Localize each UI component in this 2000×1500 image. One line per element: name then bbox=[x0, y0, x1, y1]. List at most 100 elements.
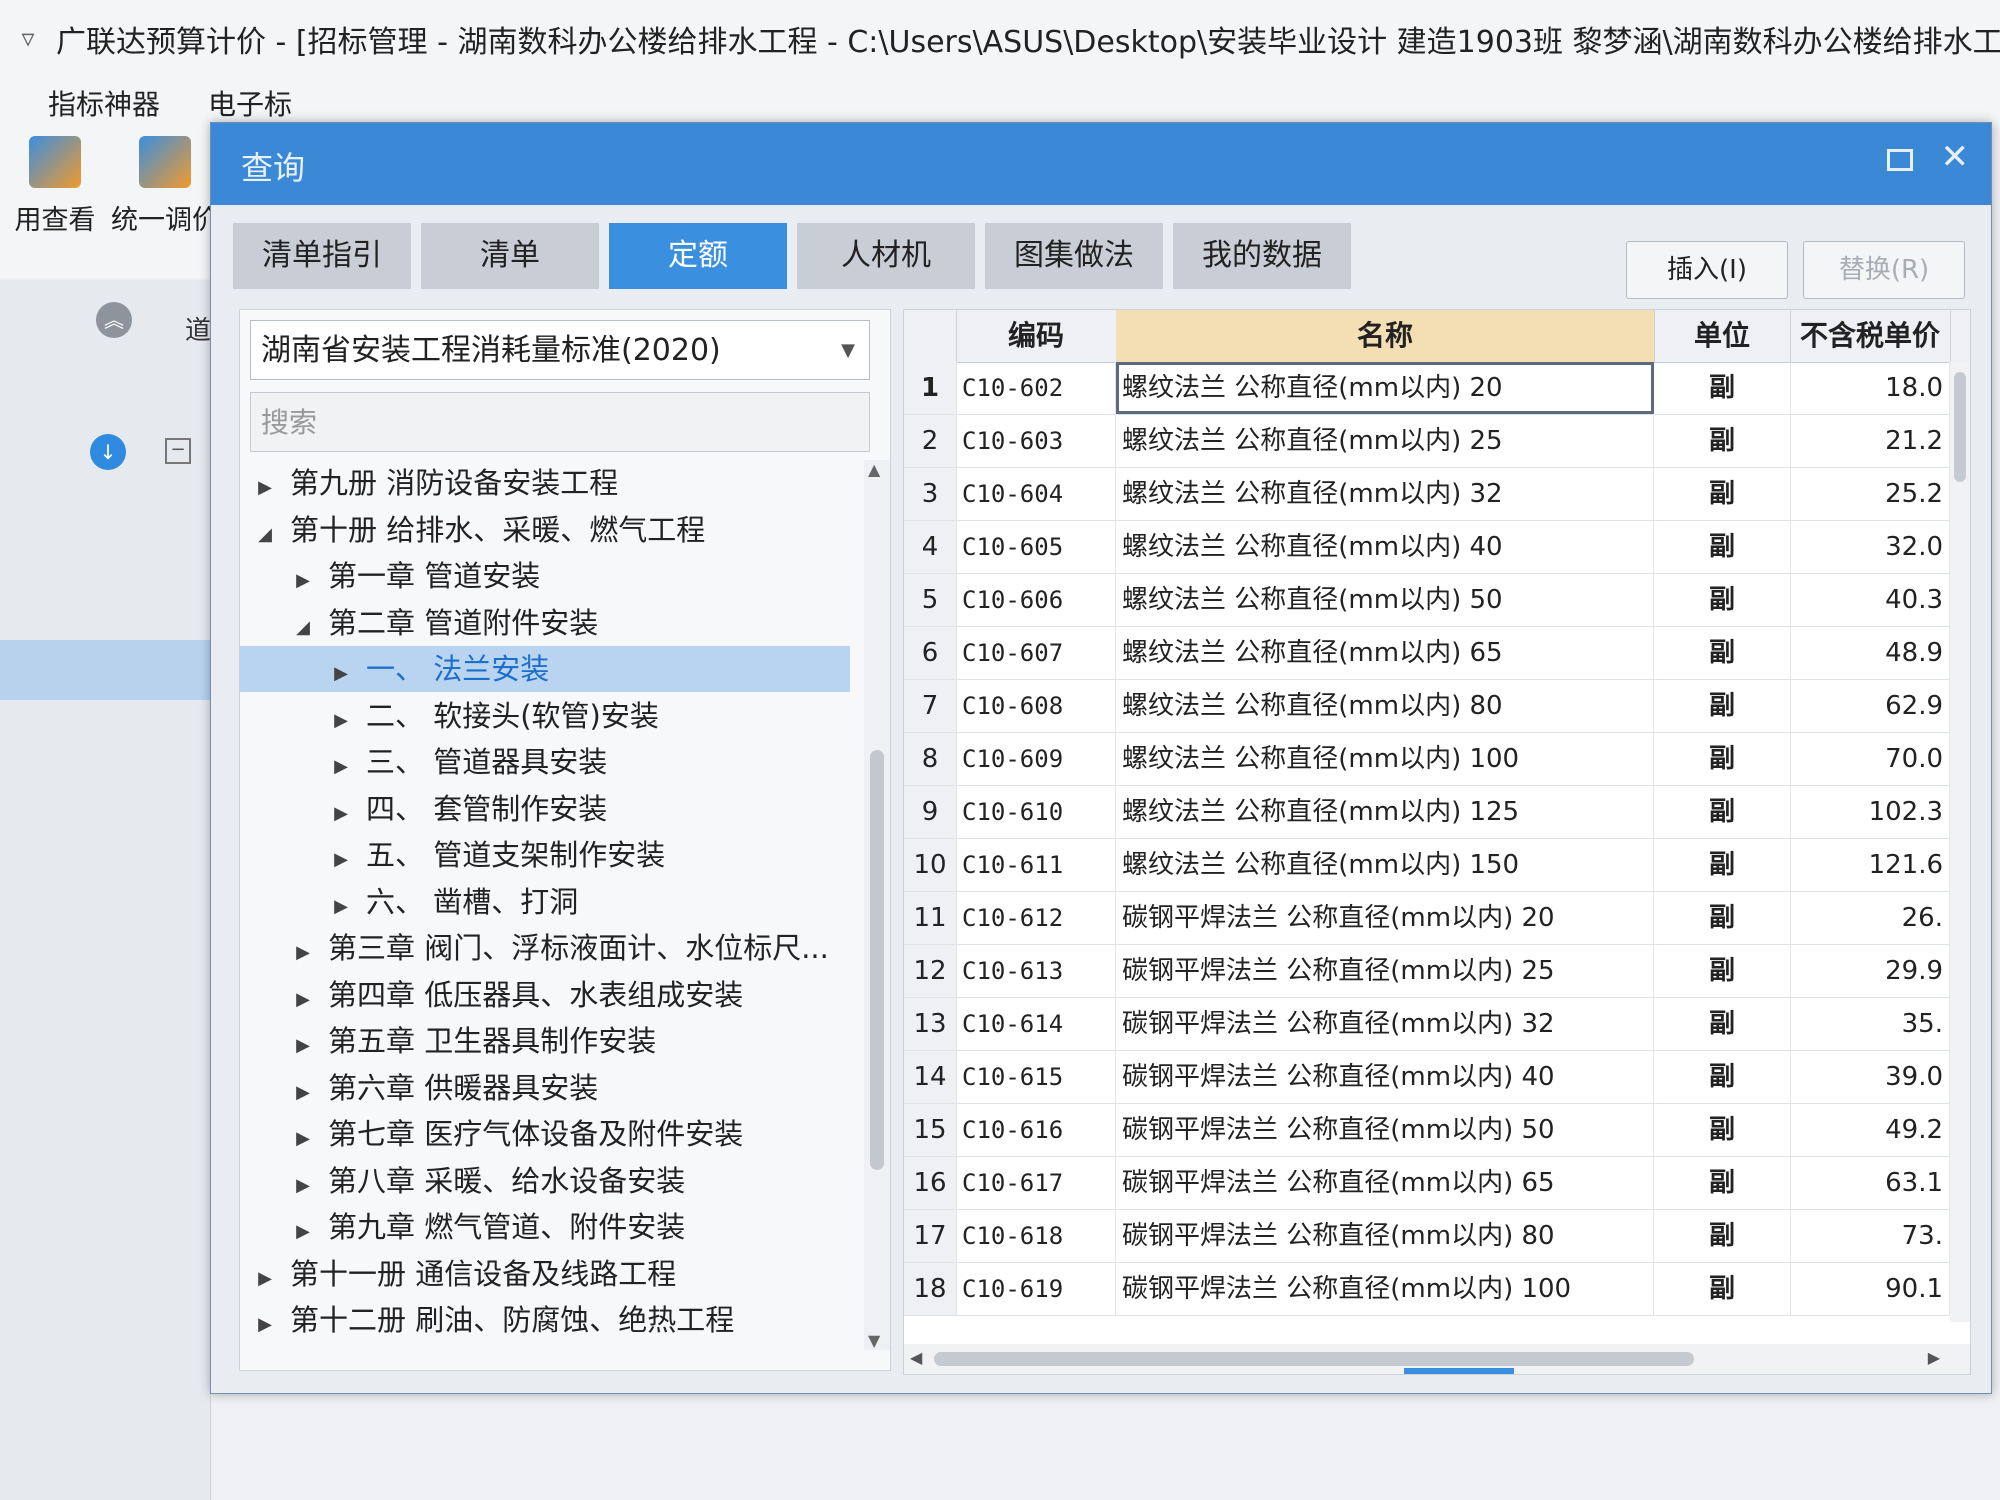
cell-price[interactable]: 70.0 bbox=[1790, 733, 1950, 785]
cell-code[interactable]: C10-605 bbox=[956, 521, 1116, 573]
cell-code[interactable]: C10-617 bbox=[956, 1157, 1116, 1209]
row-index[interactable]: 10 bbox=[904, 839, 957, 891]
cell-unit[interactable]: 副 bbox=[1654, 521, 1791, 573]
replace-button[interactable]: 替换(R) bbox=[1803, 241, 1965, 299]
cell-name[interactable]: 碳钢平焊法兰 公称直径(mm以内) 32 bbox=[1116, 998, 1654, 1050]
cell-code[interactable]: C10-614 bbox=[956, 998, 1116, 1050]
cell-name[interactable]: 螺纹法兰 公称直径(mm以内) 20 bbox=[1116, 362, 1654, 414]
row-index[interactable]: 11 bbox=[904, 892, 957, 944]
cell-unit[interactable]: 副 bbox=[1654, 1051, 1791, 1103]
cell-unit[interactable]: 副 bbox=[1654, 1210, 1791, 1262]
cell-name[interactable]: 螺纹法兰 公称直径(mm以内) 25 bbox=[1116, 415, 1654, 467]
scroll-left-icon[interactable]: ◀ bbox=[910, 1348, 922, 1367]
close-icon[interactable]: ✕ bbox=[1941, 137, 1970, 177]
table-row[interactable]: 7 C10-608 螺纹法兰 公称直径(mm以内) 80 副 62.9 bbox=[904, 680, 1970, 733]
expand-arrow-icon[interactable]: ▶ bbox=[288, 1070, 318, 1111]
cell-name[interactable]: 螺纹法兰 公称直径(mm以内) 40 bbox=[1116, 521, 1654, 573]
tree-node[interactable]: ◢ 第十册 给排水、采暖、燃气工程 bbox=[240, 507, 850, 553]
table-row[interactable]: 2 C10-603 螺纹法兰 公称直径(mm以内) 25 副 21.2 bbox=[904, 415, 1970, 468]
expand-arrow-icon[interactable]: ▶ bbox=[326, 791, 356, 832]
scroll-right-icon[interactable]: ▶ bbox=[1928, 1348, 1940, 1367]
cell-unit[interactable]: 副 bbox=[1654, 786, 1791, 838]
cell-code[interactable]: C10-603 bbox=[956, 415, 1116, 467]
tree-node[interactable]: ▶ 第一章 管道安装 bbox=[240, 553, 850, 599]
insert-button[interactable]: 插入(I) bbox=[1626, 241, 1788, 299]
collapse-arrow-icon[interactable]: ◢ bbox=[250, 512, 280, 553]
row-index[interactable]: 6 bbox=[904, 627, 957, 679]
cell-unit[interactable]: 副 bbox=[1654, 1104, 1791, 1156]
system-menu-icon[interactable]: ▿ bbox=[0, 24, 56, 54]
usage-view-button[interactable]: 用查看 bbox=[0, 136, 110, 237]
cell-code[interactable]: C10-619 bbox=[956, 1263, 1116, 1315]
grid-vertical-scrollbar[interactable] bbox=[1950, 362, 1970, 1322]
cell-name[interactable]: 螺纹法兰 公称直径(mm以内) 100 bbox=[1116, 733, 1654, 785]
tree-node[interactable]: ▶ 第十二册 刷油、防腐蚀、绝热工程 bbox=[240, 1297, 850, 1343]
cell-unit[interactable]: 副 bbox=[1654, 362, 1791, 414]
cell-name[interactable]: 碳钢平焊法兰 公称直径(mm以内) 100 bbox=[1116, 1263, 1654, 1315]
table-row[interactable]: 5 C10-606 螺纹法兰 公称直径(mm以内) 50 副 40.3 bbox=[904, 574, 1970, 627]
cell-price[interactable]: 29.9 bbox=[1790, 945, 1950, 997]
cell-unit[interactable]: 副 bbox=[1654, 1263, 1791, 1315]
row-index[interactable]: 7 bbox=[904, 680, 957, 732]
table-row[interactable]: 17 C10-618 碳钢平焊法兰 公称直径(mm以内) 80 副 73. bbox=[904, 1210, 1970, 1263]
cell-price[interactable]: 63.1 bbox=[1790, 1157, 1950, 1209]
cell-code[interactable]: C10-610 bbox=[956, 786, 1116, 838]
cell-price[interactable]: 35. bbox=[1790, 998, 1950, 1050]
row-index[interactable]: 12 bbox=[904, 945, 957, 997]
cell-unit[interactable]: 副 bbox=[1654, 839, 1791, 891]
cell-code[interactable]: C10-609 bbox=[956, 733, 1116, 785]
cell-unit[interactable]: 副 bbox=[1654, 733, 1791, 785]
tree-scrollbar[interactable]: ▲ ▼ bbox=[864, 460, 890, 1350]
table-row[interactable]: 11 C10-612 碳钢平焊法兰 公称直径(mm以内) 20 副 26. bbox=[904, 892, 1970, 945]
tree-node[interactable]: ▶ 三、 管道器具安装 bbox=[240, 739, 850, 785]
row-index[interactable]: 9 bbox=[904, 786, 957, 838]
cell-price[interactable]: 25.2 bbox=[1790, 468, 1950, 520]
expand-arrow-icon[interactable]: ▶ bbox=[288, 977, 318, 1018]
cell-name[interactable]: 螺纹法兰 公称直径(mm以内) 125 bbox=[1116, 786, 1654, 838]
cell-name[interactable]: 螺纹法兰 公称直径(mm以内) 65 bbox=[1116, 627, 1654, 679]
tree-node[interactable]: ▶ 第三章 阀门、浮标液面计、水位标尺... bbox=[240, 925, 850, 971]
cell-name[interactable]: 螺纹法兰 公称直径(mm以内) 50 bbox=[1116, 574, 1654, 626]
collapse-arrow-icon[interactable]: ◢ bbox=[288, 605, 318, 646]
tree-node[interactable]: ▶ 一、 法兰安装 bbox=[240, 646, 850, 692]
grid-horizontal-scrollbar[interactable]: ◀ ▶ bbox=[904, 1344, 1970, 1374]
cell-unit[interactable]: 副 bbox=[1654, 680, 1791, 732]
tab-bill-guide[interactable]: 清单指引 bbox=[233, 223, 411, 289]
row-index[interactable]: 4 bbox=[904, 521, 957, 573]
tree-node[interactable]: ▶ 六、 凿槽、打洞 bbox=[240, 879, 850, 925]
cell-name[interactable]: 碳钢平焊法兰 公称直径(mm以内) 25 bbox=[1116, 945, 1654, 997]
table-row[interactable]: 4 C10-605 螺纹法兰 公称直径(mm以内) 40 副 32.0 bbox=[904, 521, 1970, 574]
row-index[interactable]: 17 bbox=[904, 1210, 957, 1262]
header-code[interactable]: 编码 bbox=[956, 310, 1117, 362]
cell-code[interactable]: C10-607 bbox=[956, 627, 1116, 679]
cell-unit[interactable]: 副 bbox=[1654, 1157, 1791, 1209]
expand-arrow-icon[interactable]: ▶ bbox=[288, 1209, 318, 1250]
cell-price[interactable]: 62.9 bbox=[1790, 680, 1950, 732]
table-row[interactable]: 16 C10-617 碳钢平焊法兰 公称直径(mm以内) 65 副 63.1 bbox=[904, 1157, 1970, 1210]
tab-my-data[interactable]: 我的数据 bbox=[1173, 223, 1351, 289]
table-row[interactable]: 3 C10-604 螺纹法兰 公称直径(mm以内) 32 副 25.2 bbox=[904, 468, 1970, 521]
cell-name[interactable]: 碳钢平焊法兰 公称直径(mm以内) 40 bbox=[1116, 1051, 1654, 1103]
cell-name[interactable]: 螺纹法兰 公称直径(mm以内) 80 bbox=[1116, 680, 1654, 732]
cell-unit[interactable]: 副 bbox=[1654, 415, 1791, 467]
grid-vscroll-thumb[interactable] bbox=[1954, 372, 1966, 482]
expand-arrow-icon[interactable]: ▶ bbox=[326, 884, 356, 925]
search-input[interactable]: 搜索 bbox=[250, 392, 870, 452]
table-row[interactable]: 18 C10-619 碳钢平焊法兰 公称直径(mm以内) 100 副 90.1 bbox=[904, 1263, 1970, 1316]
cell-price[interactable]: 40.3 bbox=[1790, 574, 1950, 626]
tree-node[interactable]: ▶ 四、 套管制作安装 bbox=[240, 786, 850, 832]
expand-arrow-icon[interactable]: ▶ bbox=[326, 651, 356, 692]
cell-code[interactable]: C10-604 bbox=[956, 468, 1116, 520]
expand-arrow-icon[interactable]: ▶ bbox=[288, 558, 318, 599]
cell-code[interactable]: C10-608 bbox=[956, 680, 1116, 732]
row-index[interactable]: 8 bbox=[904, 733, 957, 785]
collapse-up-icon[interactable]: ︽ bbox=[96, 302, 132, 338]
cell-code[interactable]: C10-606 bbox=[956, 574, 1116, 626]
menu-item-indicator[interactable]: 指标神器 bbox=[48, 83, 160, 123]
cell-name[interactable]: 碳钢平焊法兰 公称直径(mm以内) 65 bbox=[1116, 1157, 1654, 1209]
table-row[interactable]: 12 C10-613 碳钢平焊法兰 公称直径(mm以内) 25 副 29.9 bbox=[904, 945, 1970, 998]
tree-node[interactable]: ▶ 五、 管道支架制作安装 bbox=[240, 832, 850, 878]
table-row[interactable]: 15 C10-616 碳钢平焊法兰 公称直径(mm以内) 50 副 49.2 bbox=[904, 1104, 1970, 1157]
table-row[interactable]: 14 C10-615 碳钢平焊法兰 公称直径(mm以内) 40 副 39.0 bbox=[904, 1051, 1970, 1104]
cell-price[interactable]: 49.2 bbox=[1790, 1104, 1950, 1156]
